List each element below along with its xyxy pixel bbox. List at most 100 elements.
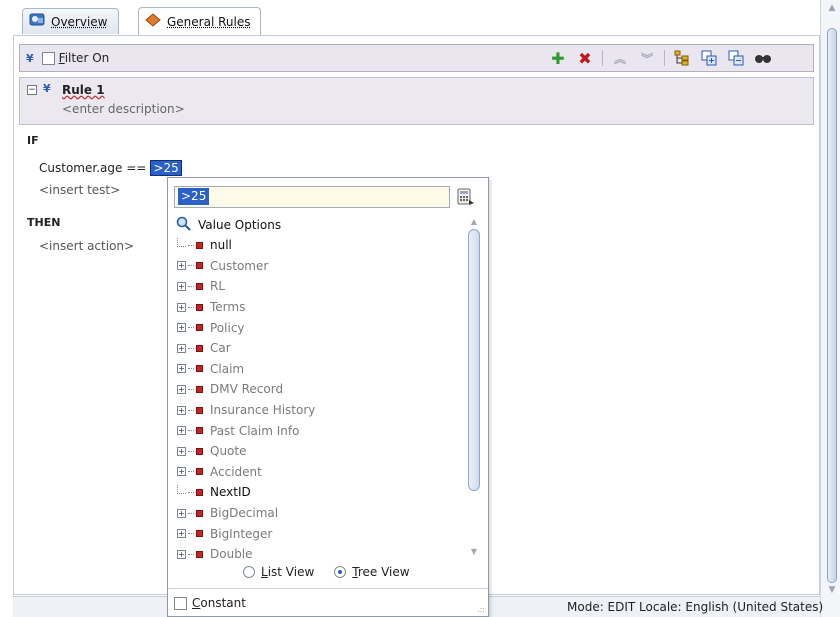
- condition-operator[interactable]: ==: [126, 161, 146, 175]
- expand-toggle-icon[interactable]: +: [177, 549, 186, 559]
- if-label: IF: [27, 134, 39, 147]
- tree-item-label: NextID: [210, 485, 251, 500]
- insert-test-link[interactable]: <insert test>: [39, 183, 120, 197]
- delete-icon[interactable]: ✖: [575, 48, 595, 68]
- tree-item[interactable]: + BigDecimal: [176, 503, 466, 524]
- rule-collapse-toggle[interactable]: −: [27, 85, 37, 95]
- constant-checkbox[interactable]: [174, 596, 187, 610]
- tree-item-label: Insurance History: [210, 403, 316, 418]
- tree-item-label: RL: [210, 279, 226, 294]
- tree-scroll-down-icon[interactable]: ▼: [468, 547, 480, 556]
- rule-description[interactable]: <enter description>: [62, 102, 185, 116]
- tree-item[interactable]: + Policy: [176, 317, 466, 338]
- tree-item[interactable]: null: [176, 235, 466, 256]
- list-view-label[interactable]: List View: [261, 565, 314, 579]
- condition-left-operand[interactable]: Customer.age: [39, 161, 122, 175]
- toolbar-separator: [664, 50, 665, 66]
- tab-overview-label: Overview: [51, 14, 108, 29]
- field-node-icon: [196, 468, 203, 476]
- tree-item-label: Accident: [210, 464, 262, 479]
- collapse-all-icon[interactable]: [726, 48, 746, 68]
- resize-grip-icon[interactable]: .::: [477, 605, 485, 614]
- expand-toggle-icon[interactable]: +: [177, 508, 186, 518]
- scroll-up-arrow-icon[interactable]: ▲: [826, 2, 838, 14]
- view-mode-row: List View Tree View: [243, 565, 410, 579]
- tree-item[interactable]: + Customer: [176, 256, 466, 277]
- rule-title[interactable]: Rule 1: [62, 83, 105, 97]
- tree-item[interactable]: + Double: [176, 544, 466, 560]
- editor-tabs: Overview General Rules: [0, 0, 820, 36]
- expand-toggle-icon[interactable]: +: [177, 446, 186, 456]
- tree-root-label: Value Options: [198, 218, 282, 232]
- move-down-icon[interactable]: ︾: [637, 48, 657, 68]
- field-node-icon: [196, 262, 203, 270]
- collapse-chevron-icon[interactable]: ¥: [26, 52, 34, 65]
- constant-label[interactable]: Constant: [192, 596, 246, 610]
- tree-item[interactable]: + DMV Record: [176, 379, 466, 400]
- tree-item[interactable]: + Accident: [176, 462, 466, 483]
- tree-item[interactable]: + BigInteger: [176, 523, 466, 544]
- expand-toggle-icon[interactable]: +: [177, 323, 186, 333]
- expand-toggle-icon[interactable]: +: [177, 364, 186, 374]
- tree-item[interactable]: + RL: [176, 276, 466, 297]
- tree-item-label: Terms: [210, 300, 246, 315]
- tree-item[interactable]: + Quote: [176, 441, 466, 462]
- field-node-icon: [196, 406, 203, 414]
- expand-toggle-icon[interactable]: +: [177, 426, 186, 436]
- glasses-icon[interactable]: [753, 48, 773, 68]
- rule-panel: − ¥ Rule 1 <enter description>: [19, 77, 814, 125]
- tree-scroll-up-icon[interactable]: ▲: [468, 217, 480, 226]
- tree-view-label[interactable]: Tree View: [352, 565, 409, 579]
- tree-connector: [188, 388, 194, 390]
- condition-value[interactable]: >25: [150, 160, 182, 176]
- field-node-icon: [196, 385, 203, 393]
- scroll-down-arrow-icon[interactable]: ▼: [826, 584, 838, 596]
- field-node-icon: [196, 427, 203, 435]
- expand-toggle-icon[interactable]: +: [177, 281, 186, 291]
- value-options-popup: >25 Value Options null + Customer + RL + Terms…: [167, 177, 489, 617]
- expand-toggle-icon[interactable]: +: [177, 261, 186, 271]
- tree-item-label: Quote: [210, 444, 247, 459]
- tree-view-radio[interactable]: [334, 566, 347, 578]
- value-options-tree[interactable]: Value Options null + Customer + RL + Terms + Pol…: [176, 215, 466, 560]
- add-icon[interactable]: ✚: [548, 48, 568, 68]
- filter-checkbox[interactable]: [41, 51, 55, 65]
- value-input[interactable]: >25: [174, 186, 450, 208]
- tree-scrollbar[interactable]: ▲ ▼: [466, 215, 482, 560]
- tree-item[interactable]: + Terms: [176, 297, 466, 318]
- tree-root[interactable]: Value Options: [176, 215, 466, 235]
- field-node-icon: [196, 530, 203, 538]
- overview-icon: [29, 13, 45, 30]
- expand-toggle-icon[interactable]: +: [177, 384, 186, 394]
- popup-divider: [168, 588, 488, 589]
- tree-item-label: Policy: [210, 320, 245, 335]
- tree-connector: [188, 327, 194, 329]
- tree-scrollbar-thumb[interactable]: [468, 229, 480, 491]
- tree-icon[interactable]: [672, 48, 692, 68]
- scrollbar-thumb[interactable]: [827, 28, 837, 583]
- tree-item[interactable]: + Past Claim Info: [176, 420, 466, 441]
- tree-item[interactable]: + Car: [176, 338, 466, 359]
- tree-connector: [188, 306, 194, 308]
- tab-overview[interactable]: Overview: [22, 8, 119, 34]
- expand-toggle-icon[interactable]: +: [177, 343, 186, 353]
- filter-label: Filter On: [58, 51, 110, 65]
- tree-connector: [188, 553, 194, 555]
- expand-toggle-icon[interactable]: +: [177, 302, 186, 312]
- list-view-radio[interactable]: [243, 566, 255, 578]
- rule-chevron-icon[interactable]: ¥: [43, 82, 51, 95]
- tree-item[interactable]: + Insurance History: [176, 400, 466, 421]
- insert-action-link[interactable]: <insert action>: [39, 239, 134, 253]
- tree-item[interactable]: NextID: [176, 482, 466, 503]
- expand-toggle-icon[interactable]: +: [177, 529, 186, 539]
- tab-general-rules[interactable]: General Rules: [138, 7, 262, 35]
- tree-item[interactable]: + Claim: [176, 359, 466, 380]
- field-node-icon: [196, 447, 203, 455]
- tree-connector: [188, 450, 194, 452]
- expand-all-icon[interactable]: [699, 48, 719, 68]
- tree-connector: [188, 512, 194, 514]
- expression-builder-icon[interactable]: [457, 188, 475, 206]
- expand-toggle-icon[interactable]: +: [177, 405, 186, 415]
- expand-toggle-icon[interactable]: +: [177, 467, 186, 477]
- move-up-icon[interactable]: ︽: [610, 48, 630, 68]
